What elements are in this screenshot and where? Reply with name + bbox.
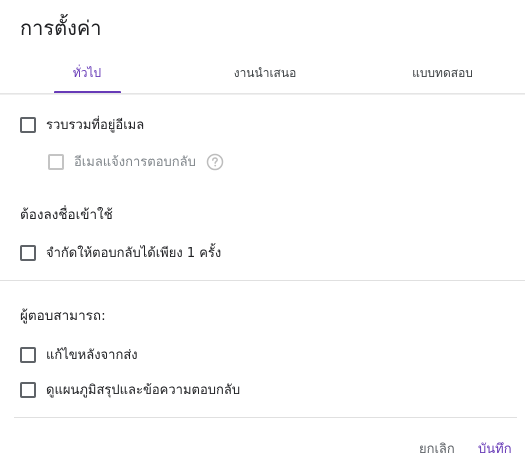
edit-after-submit-label: แก้ไขหลังจากส่ง bbox=[46, 348, 138, 363]
limit-one-response-label: จำกัดให้ตอบกลับได้เพียง 1 ครั้ง bbox=[46, 246, 222, 261]
limit-one-response-row[interactable]: จำกัดให้ตอบกลับได้เพียง 1 ครั้ง bbox=[20, 242, 221, 263]
response-receipts-checkbox bbox=[48, 153, 64, 170]
settings-tabs: ทั่วไป งานนำเสนอ แบบทดสอบ bbox=[0, 54, 525, 95]
cancel-button[interactable]: ยกเลิก bbox=[419, 438, 455, 459]
see-summary-label: ดูแผนภูมิสรุปและข้อความตอบกลับ bbox=[46, 383, 241, 398]
dialog-title: การตั้งค่า bbox=[20, 16, 102, 40]
help-circle-icon[interactable] bbox=[206, 153, 224, 171]
edit-after-submit-row[interactable]: แก้ไขหลังจากส่ง bbox=[20, 344, 138, 365]
footer-divider bbox=[14, 417, 517, 418]
collect-email-row[interactable]: รวบรวมที่อยู่อีเมล bbox=[20, 114, 144, 135]
settings-dialog: การตั้งค่า ทั่วไป งานนำเสนอ แบบทดสอบ รวบ… bbox=[0, 0, 525, 467]
response-receipts-row: อีเมลแจ้งการตอบกลับ bbox=[48, 151, 224, 172]
tabs-divider bbox=[0, 93, 525, 95]
requires-signin-heading: ต้องลงชื่อเข้าใช้ bbox=[20, 207, 113, 223]
tab-quizzes[interactable]: แบบทดสอบ bbox=[395, 54, 490, 92]
see-summary-row[interactable]: ดูแผนภูมิสรุปและข้อความตอบกลับ bbox=[20, 379, 240, 400]
tab-general[interactable]: ทั่วไป bbox=[52, 54, 122, 92]
response-receipts-label: อีเมลแจ้งการตอบกลับ bbox=[74, 155, 196, 170]
section-divider bbox=[0, 280, 525, 281]
collect-email-checkbox[interactable] bbox=[20, 116, 36, 133]
save-button[interactable]: บันทึก bbox=[478, 438, 512, 459]
see-summary-checkbox[interactable] bbox=[20, 381, 36, 398]
tab-presentation[interactable]: งานนำเสนอ bbox=[220, 54, 310, 92]
respondents-can-heading: ผู้ตอบสามารถ: bbox=[20, 308, 106, 324]
collect-email-label: รวบรวมที่อยู่อีเมล bbox=[46, 118, 145, 133]
limit-one-response-checkbox[interactable] bbox=[20, 244, 36, 261]
edit-after-submit-checkbox[interactable] bbox=[20, 346, 36, 363]
